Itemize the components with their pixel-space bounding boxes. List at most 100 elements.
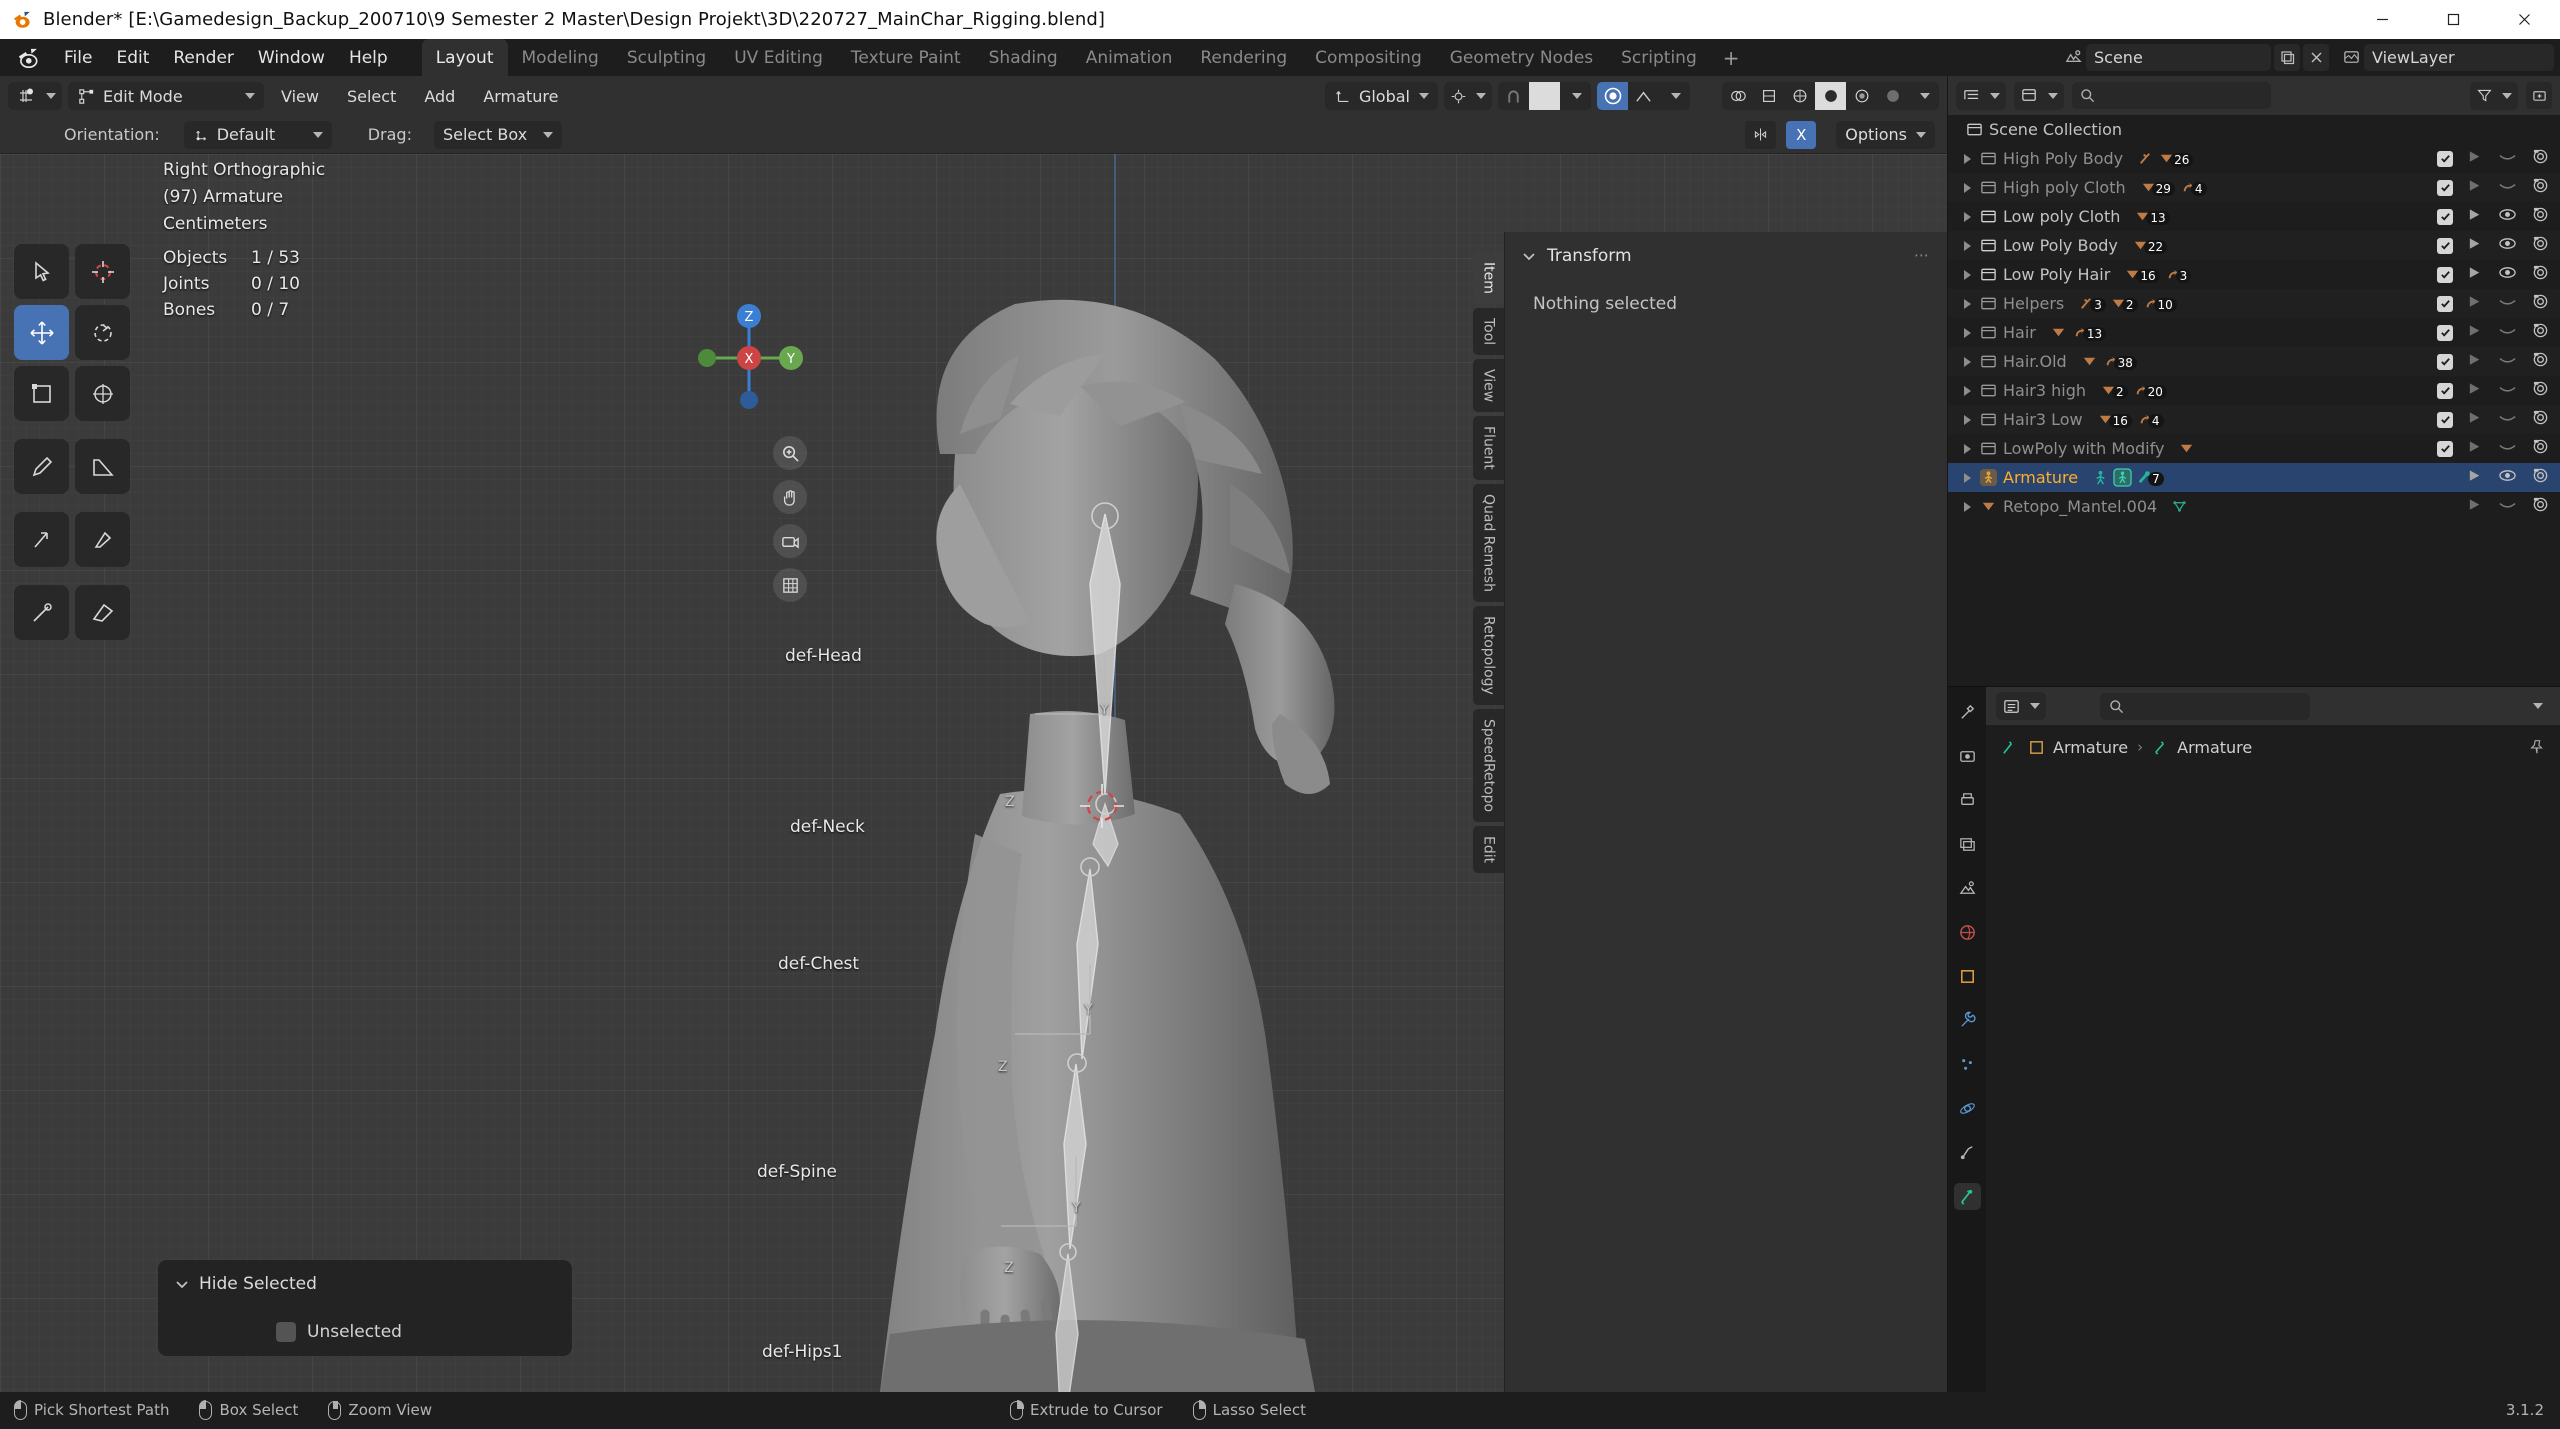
enable-checkbox[interactable] [2437, 324, 2453, 341]
visibility-toggle-icon[interactable] [2498, 148, 2517, 169]
disclosure-triangle-icon[interactable] [1958, 385, 1976, 396]
disclosure-triangle-icon[interactable] [1958, 211, 1976, 222]
mirror-x-options-button[interactable] [1745, 120, 1777, 149]
disclosure-triangle-icon[interactable] [1958, 356, 1976, 367]
selectable-toggle-icon[interactable] [2467, 352, 2484, 372]
options-dropdown[interactable]: Options [1836, 120, 1935, 149]
properties-tab-modifiers[interactable] [1954, 1007, 1981, 1034]
outliner-row-retopo-mantel-004[interactable]: Retopo_Mantel.004 [1948, 492, 2560, 521]
tool-cursor-button[interactable] [75, 244, 130, 299]
drag-dropdown[interactable]: Select Box [433, 120, 562, 149]
proportional-falloff-dropdown[interactable] [1659, 82, 1690, 110]
visibility-toggle-icon[interactable] [2498, 351, 2517, 372]
properties-tab-output[interactable] [1954, 787, 1981, 814]
render-toggle-icon[interactable] [2531, 235, 2550, 256]
panel-grip-handle[interactable]: ⋯ [1914, 246, 1931, 264]
properties-tab-armature-data[interactable] [1953, 1183, 1981, 1210]
workspace-tab-shading[interactable]: Shading [975, 39, 1072, 76]
breadcrumb-item-object[interactable]: Armature [2028, 738, 2128, 757]
properties-editor-type-selector[interactable] [1996, 692, 2046, 720]
outliner-row-hair-old[interactable]: Hair.Old 38 [1948, 347, 2560, 376]
outliner-row-lowpoly-with-modify[interactable]: LowPoly with Modify [1948, 434, 2560, 463]
enable-checkbox[interactable] [2437, 237, 2453, 254]
snap-toggle-button[interactable] [1498, 82, 1529, 110]
transform-orientation-selector[interactable]: Global [1324, 82, 1438, 110]
visibility-toggle-icon[interactable] [2498, 496, 2517, 517]
breadcrumb-item-armature[interactable]: Armature [2152, 738, 2252, 757]
blender-menu-icon[interactable] [16, 45, 42, 71]
outliner-row-high-poly-cloth[interactable]: High poly Cloth 29 4 [1948, 173, 2560, 202]
properties-tab-render[interactable] [1954, 743, 1981, 770]
viewlayer-name-field[interactable]: ViewLayer [2364, 44, 2554, 71]
tool-bone-size-button[interactable] [14, 585, 69, 640]
redo-panel-header[interactable]: Hide Selected [174, 1274, 556, 1294]
viewport-overlays-button[interactable] [1722, 82, 1753, 110]
outliner-row-armature[interactable]: Armature 7 [1948, 463, 2560, 492]
solid-shading-button[interactable] [1815, 82, 1846, 110]
maximize-button[interactable] [2418, 0, 2489, 39]
orientation-dropdown[interactable]: Default [183, 120, 332, 149]
workspace-tab-compositing[interactable]: Compositing [1301, 39, 1436, 76]
editor-type-selector[interactable] [8, 82, 62, 110]
new-scene-button[interactable] [2274, 44, 2300, 71]
npanel-tab-item[interactable]: Item [1473, 252, 1504, 304]
visibility-toggle-icon[interactable] [2498, 264, 2517, 285]
properties-tab-world[interactable] [1954, 919, 1981, 946]
outliner-row-scene-collection[interactable]: Scene Collection [1948, 115, 2560, 144]
outliner-display-mode-selector[interactable] [2014, 81, 2064, 110]
outliner-row-low-poly-cloth[interactable]: Low poly Cloth 13 [1948, 202, 2560, 231]
npanel-tab-quad-remesh[interactable]: Quad Remesh [1473, 484, 1504, 603]
menu-render[interactable]: Render [161, 44, 246, 72]
enable-checkbox[interactable] [2437, 440, 2453, 457]
snap-dropdown-button[interactable] [1560, 82, 1591, 110]
render-toggle-icon[interactable] [2531, 293, 2550, 314]
npanel-tab-edit[interactable]: Edit [1473, 826, 1504, 874]
disclosure-triangle-icon[interactable] [1958, 327, 1976, 338]
selectable-toggle-icon[interactable] [2467, 178, 2484, 198]
properties-tab-physics[interactable] [1954, 1095, 1981, 1122]
enable-checkbox[interactable] [2437, 150, 2453, 167]
tool-transform-button[interactable] [75, 366, 130, 421]
outliner-editor-type-selector[interactable] [1956, 81, 2006, 110]
enable-checkbox[interactable] [2437, 353, 2453, 370]
render-toggle-icon[interactable] [2531, 206, 2550, 227]
selectable-toggle-icon[interactable] [2467, 468, 2484, 488]
navigation-gizmo[interactable]: Z Y X [693, 302, 805, 414]
render-toggle-icon[interactable] [2531, 380, 2550, 401]
menu-help[interactable]: Help [337, 44, 400, 72]
visibility-toggle-icon[interactable] [2498, 177, 2517, 198]
snap-target-selector[interactable] [1444, 82, 1492, 110]
outliner-filter-button[interactable] [2470, 81, 2518, 110]
proportional-falloff-button[interactable] [1628, 82, 1659, 110]
tool-move-button[interactable] [14, 305, 69, 360]
workspace-tab-scripting[interactable]: Scripting [1607, 39, 1711, 76]
tool-measure-button[interactable] [75, 439, 130, 494]
visibility-toggle-icon[interactable] [2498, 380, 2517, 401]
properties-tab-constraints[interactable] [1954, 1139, 1981, 1166]
selectable-toggle-icon[interactable] [2467, 497, 2484, 517]
selectable-toggle-icon[interactable] [2467, 149, 2484, 169]
viewport-canvas[interactable]: def-Head def-Neck def-Chest def-Spine de… [0, 154, 1947, 1392]
outliner-row-low-poly-body[interactable]: Low Poly Body 22 [1948, 231, 2560, 260]
toggle-orthographic-button[interactable] [773, 568, 807, 602]
tool-bone-envelope-button[interactable] [75, 585, 130, 640]
tool-annotate-button[interactable] [14, 439, 69, 494]
visibility-toggle-icon[interactable] [2498, 293, 2517, 314]
npanel-tab-retopology[interactable]: Retopology [1473, 606, 1504, 705]
properties-tab-particles[interactable] [1954, 1051, 1981, 1078]
outliner-tree[interactable]: Scene Collection High Poly Body 26 High po… [1948, 115, 2560, 686]
disclosure-triangle-icon[interactable] [1958, 298, 1976, 309]
selectable-toggle-icon[interactable] [2467, 439, 2484, 459]
selectable-toggle-icon[interactable] [2467, 236, 2484, 256]
xray-toggle-button[interactable] [1753, 82, 1784, 110]
visibility-toggle-icon[interactable] [2498, 409, 2517, 430]
render-toggle-icon[interactable] [2531, 351, 2550, 372]
render-toggle-icon[interactable] [2531, 467, 2550, 488]
selectable-toggle-icon[interactable] [2467, 294, 2484, 314]
outliner-row-low-poly-hair[interactable]: Low Poly Hair 16 3 [1948, 260, 2560, 289]
selectable-toggle-icon[interactable] [2467, 207, 2484, 227]
material-preview-button[interactable] [1846, 82, 1877, 110]
selectable-toggle-icon[interactable] [2467, 381, 2484, 401]
tool-scale-button[interactable] [14, 366, 69, 421]
delete-scene-button[interactable] [2303, 44, 2329, 71]
